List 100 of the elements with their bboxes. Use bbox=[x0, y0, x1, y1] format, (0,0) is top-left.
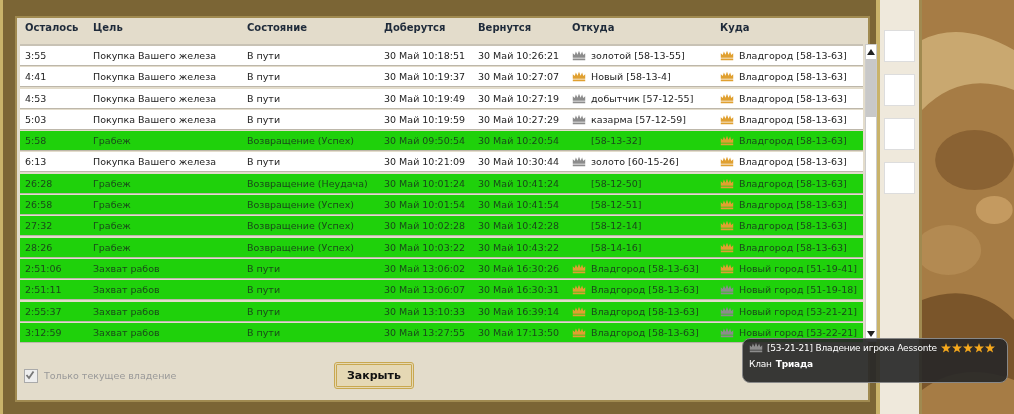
table-cell-text: Захват рабов bbox=[93, 262, 161, 274]
table-cell-text: В пути bbox=[247, 71, 282, 83]
table-row[interactable]: 26:58 Грабеж Возвращение (Успех) 30 Май 10:01:54 30 Май 10:41:54 [58-12-51] Владгород [58-13-63] bbox=[20, 195, 863, 215]
column-header[interactable]: Откуда bbox=[572, 22, 720, 36]
table-row[interactable]: 27:32 Грабеж Возвращение (Успех) 30 Май 10:02:28 30 Май 10:42:28 [58-12-14] Владгород [58-13-63] bbox=[20, 216, 863, 236]
table-cell[interactable]: Владгород [58-13-63] bbox=[591, 262, 699, 274]
table-cell-text: 30 Май 10:27:29 bbox=[478, 113, 560, 125]
table-cell[interactable]: Новый город [53-21-21] bbox=[739, 305, 858, 317]
table-row[interactable]: 2:55:37 Захват рабов В пути 30 Май 13:10:33 30 Май 16:39:14 Владгород [58-13-63] Новый город [53-21-21] bbox=[20, 301, 863, 321]
table-row[interactable]: 2:51:06 Захват рабов В пути 30 Май 13:06:02 30 Май 16:30:26 Владгород [58-13-63] Новый город [51-19-41] bbox=[20, 258, 863, 278]
table-row[interactable]: 5:58 Грабеж Возвращение (Успех) 30 Май 09:50:54 30 Май 10:20:54 [58-13-32] Владгород [58-13-63] bbox=[20, 131, 863, 151]
scroll-thumb[interactable] bbox=[866, 59, 876, 117]
crown-icon bbox=[749, 342, 763, 353]
table-cell[interactable]: Владгород [58-13-63] bbox=[739, 71, 847, 83]
table-cell[interactable]: [58-13-32] bbox=[591, 135, 642, 147]
table-row[interactable]: 2:51:11 Захват рабов В пути 30 Май 13:06:07 30 Май 16:30:31 Владгород [58-13-63] Новый город [51-19-18] bbox=[20, 280, 863, 300]
column-header[interactable]: Состояние bbox=[247, 22, 384, 36]
table-row[interactable]: 3:12:59 Захват рабов В пути 30 Май 13:27:55 30 Май 17:13:50 Владгород [58-13-63] Новый город [53-22-21] bbox=[20, 322, 863, 342]
close-button[interactable]: Закрыть bbox=[334, 362, 414, 389]
table-cell[interactable]: Владгород [58-13-63] bbox=[739, 220, 847, 232]
table-cell-text: 3:55 bbox=[25, 50, 48, 61]
star-icon bbox=[940, 342, 951, 353]
table-cell[interactable]: казарма [57-12-59] bbox=[591, 113, 686, 125]
table-cell[interactable]: Владгород [58-13-63] bbox=[591, 305, 699, 317]
table-cell[interactable]: Владгород [58-13-63] bbox=[739, 135, 847, 147]
tooltip-title: [53-21-21] Владение игрока Aessonte bbox=[767, 342, 937, 353]
scroll-up-icon[interactable] bbox=[867, 49, 875, 55]
table-cell-text: 28:26 bbox=[25, 241, 54, 253]
table-cell[interactable]: Владгород [58-13-63] bbox=[591, 284, 699, 296]
table-cell[interactable]: [58-12-14] bbox=[591, 220, 642, 232]
table-cell-text: Покупка Вашего железа bbox=[93, 92, 217, 104]
table-row[interactable]: 28:26 Грабеж Возвращение (Успех) 30 Май 10:03:22 30 Май 10:43:22 [58-14-16] Владгород [58-13-63] bbox=[20, 237, 863, 257]
table-cell[interactable]: Новый [58-13-4] bbox=[591, 71, 671, 83]
table-cell-text: 30 Май 10:20:54 bbox=[478, 135, 560, 147]
table-cell-text: Покупка Вашего железа bbox=[93, 156, 217, 168]
table-row[interactable]: 6:13 Покупка Вашего железа В пути 30 Май 10:21:09 30 Май 10:30:44 золото [60-15-26] Владгород [58-13-63] bbox=[20, 152, 863, 172]
table-cell[interactable]: [58-12-50] bbox=[591, 177, 642, 189]
table-cell[interactable]: Владгород [58-13-63] bbox=[591, 326, 699, 338]
table-cell[interactable]: Владгород [58-13-63] bbox=[739, 177, 847, 189]
table-cell-text: 30 Май 16:30:31 bbox=[478, 284, 560, 296]
table-cell-text: 30 Май 10:41:54 bbox=[478, 199, 560, 211]
table-cell[interactable]: [58-14-16] bbox=[591, 241, 642, 253]
table-row[interactable]: 5:03 Покупка Вашего железа В пути 30 Май 10:19:59 30 Май 10:27:29 казарма [57-12-59] Владгород [58-13-63] bbox=[20, 109, 863, 129]
table-cell-text: 30 Май 10:42:28 bbox=[478, 220, 560, 232]
table-cell[interactable]: Владгород [58-13-63] bbox=[739, 113, 847, 125]
table-cell-text: 30 Май 10:19:59 bbox=[384, 113, 466, 125]
table-cell[interactable]: [58-12-51] bbox=[591, 199, 642, 211]
table-cell-text: Покупка Вашего железа bbox=[93, 113, 217, 125]
table-cell[interactable]: Владгород [58-13-63] bbox=[739, 92, 847, 104]
table-cell-text: Грабеж bbox=[93, 135, 132, 147]
table-cell-text: В пути bbox=[247, 113, 282, 125]
side-panel-box[interactable] bbox=[884, 118, 915, 150]
table-row[interactable]: 4:41 Покупка Вашего железа В пути 30 Май 10:19:37 30 Май 10:27:07 Новый [58-13-4] Владгород [58-13-63] bbox=[20, 67, 863, 87]
checkbox-label: Только текущее владение bbox=[44, 370, 177, 381]
table-cell-text: Захват рабов bbox=[93, 305, 161, 317]
table-cell-text: Грабеж bbox=[93, 199, 132, 211]
table-cell-text: 27:32 bbox=[25, 220, 54, 232]
star-icon bbox=[962, 342, 973, 353]
table-cell-text: 30 Май 13:10:33 bbox=[384, 305, 466, 317]
table-row[interactable]: 3:55 Покупка Вашего железа В пути 30 Май 10:18:51 30 Май 10:26:21 золотой [58-13-55] Владгород [58-13-63] bbox=[20, 46, 863, 65]
column-header[interactable]: Куда bbox=[720, 22, 870, 36]
table-cell-text: 30 Май 16:30:26 bbox=[478, 262, 560, 274]
table-cell[interactable]: Владгород [58-13-63] bbox=[739, 241, 847, 253]
table-cell[interactable]: Новый город [53-22-21] bbox=[739, 326, 858, 338]
table-cell-text: В пути bbox=[247, 326, 282, 338]
table-cell[interactable]: Владгород [58-13-63] bbox=[739, 50, 847, 61]
table-cell-text: 30 Май 10:26:21 bbox=[478, 50, 560, 61]
table-row[interactable]: 4:53 Покупка Вашего железа В пути 30 Май 10:19:49 30 Май 10:27:19 добытчик [57-12-55] Владгород [58-13-63] bbox=[20, 88, 863, 108]
table-cell-text: 30 Май 10:01:54 bbox=[384, 199, 466, 211]
table-cell[interactable]: Новый город [51-19-41] bbox=[739, 262, 858, 274]
table-row[interactable]: 26:28 Грабеж Возвращение (Неудача) 30 Май 10:01:24 30 Май 10:41:24 [58-12-50] Владгород [58-13-63] bbox=[20, 173, 863, 193]
column-header[interactable]: Вернутся bbox=[478, 22, 572, 36]
column-header[interactable]: Цель bbox=[93, 22, 247, 36]
table-cell-text: 30 Май 10:01:24 bbox=[384, 177, 466, 189]
table-cell-text: 26:28 bbox=[25, 177, 54, 189]
side-panel-box[interactable] bbox=[884, 74, 915, 106]
column-header[interactable]: Осталось bbox=[25, 22, 93, 36]
table-cell-text: 30 Май 10:18:51 bbox=[384, 50, 466, 61]
side-panel-box[interactable] bbox=[884, 162, 915, 194]
table-cell-text: 30 Май 10:43:22 bbox=[478, 241, 560, 253]
table-cell[interactable]: Владгород [58-13-63] bbox=[739, 199, 847, 211]
table-cell-text: 2:51:11 bbox=[25, 284, 63, 296]
table-cell-text: 30 Май 10:41:24 bbox=[478, 177, 560, 189]
star-icon bbox=[951, 342, 962, 353]
table-cell[interactable]: золотой [58-13-55] bbox=[591, 50, 685, 61]
table-cell-text: 4:53 bbox=[25, 92, 48, 104]
table-cell-text: В пути bbox=[247, 50, 282, 61]
column-header[interactable]: Доберутся bbox=[384, 22, 478, 36]
table-cell[interactable]: добытчик [57-12-55] bbox=[591, 92, 694, 104]
table-cell-text: 5:03 bbox=[25, 113, 48, 125]
table-cell-text: 30 Май 10:03:22 bbox=[384, 241, 466, 253]
table-cell[interactable]: Владгород [58-13-63] bbox=[739, 156, 847, 168]
clan-label: Клан bbox=[749, 359, 772, 369]
table-cell-text: 2:51:06 bbox=[25, 262, 63, 274]
side-panel-box[interactable] bbox=[884, 30, 915, 62]
table-cell-text: Захват рабов bbox=[93, 284, 161, 296]
table-cell[interactable]: золото [60-15-26] bbox=[591, 156, 679, 168]
table-cell[interactable]: Новый город [51-19-18] bbox=[739, 284, 858, 296]
table-cell-text: 30 Май 09:50:54 bbox=[384, 135, 466, 147]
table-cell-text: В пути bbox=[247, 262, 282, 274]
